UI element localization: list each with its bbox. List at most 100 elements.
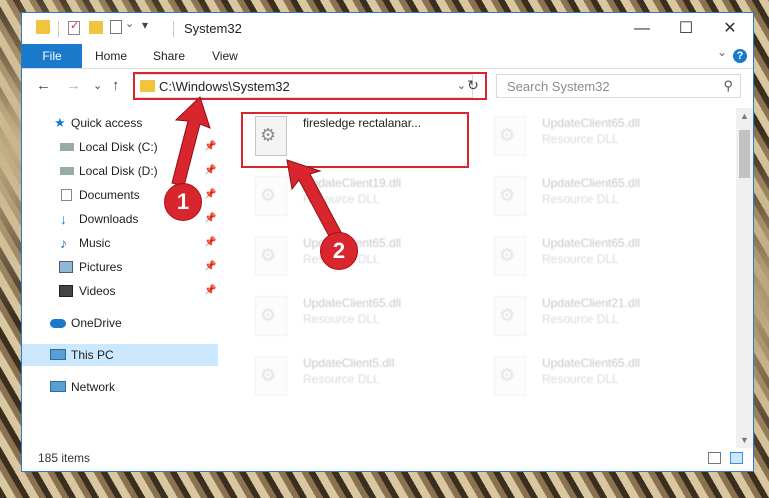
file-list: ⚙ firesledge rectalanar... ⚙ UpdateClien… [227, 108, 737, 448]
dll-file-icon: ⚙ [494, 176, 526, 216]
file-item[interactable]: ⚙ UpdateClient65.dll Resource DLL [241, 292, 469, 346]
dll-file-icon: ⚙ [255, 296, 287, 336]
search-box[interactable]: Search System32 ⚲ [496, 74, 741, 98]
sidebar-item-label: Downloads [79, 212, 139, 226]
ribbon-tabs: File Home Share View ⌄ ? [22, 44, 753, 69]
sidebar-item-label: Pictures [79, 260, 123, 274]
dll-file-icon: ⚙ [494, 116, 526, 156]
tab-file[interactable]: File [22, 44, 82, 68]
tab-home[interactable]: Home [95, 44, 127, 68]
file-item[interactable]: ⚙ UpdateClient65.dll Resource DLL [480, 172, 708, 226]
sidebar-item-onedrive[interactable]: OneDrive [22, 312, 218, 334]
file-type: Resource DLL [542, 372, 619, 386]
sidebar-item-network[interactable]: Network [22, 376, 218, 398]
sidebar-item-label: Local Disk (C:) [79, 140, 158, 154]
recent-locations-button[interactable]: ⌄ [93, 79, 102, 92]
help-icon[interactable]: ? [733, 49, 747, 63]
file-name: UpdateClient65.dll [542, 356, 641, 370]
search-icon[interactable]: ⚲ [723, 78, 733, 94]
scroll-up-icon[interactable]: ▲ [740, 111, 749, 121]
videos-icon [59, 285, 73, 297]
address-highlight-box [133, 72, 487, 100]
file-item[interactable]: ⚙ UpdateClient19.dll Resource DLL [241, 172, 469, 226]
sidebar-item-label: Network [71, 380, 116, 394]
pin-icon: 📌 [204, 189, 217, 200]
file-type: Resource DLL [303, 312, 380, 326]
item-count: 185 items [38, 451, 91, 465]
vertical-scrollbar[interactable]: ▲ ▼ [736, 108, 753, 448]
title-bar: ✓ ⌄ ▾ System32 — ☐ ✕ [22, 13, 753, 44]
file-type: Resource DLL [542, 252, 619, 266]
file-name: UpdateClient21.dll [542, 296, 641, 310]
file-type: Resource DLL [303, 372, 380, 386]
back-button[interactable]: ← [36, 77, 51, 94]
file-name: UpdateClient65.dll [303, 296, 402, 310]
drive-icon [60, 167, 74, 175]
status-bar: 185 items [22, 446, 753, 471]
pin-icon: 📌 [204, 141, 217, 152]
gear-icon: ⚙ [260, 365, 277, 385]
drive-icon [60, 143, 74, 151]
forward-button[interactable]: → [66, 77, 81, 94]
file-type: Resource DLL [542, 192, 619, 206]
large-icons-view-icon[interactable] [730, 452, 743, 464]
sidebar-item-label: Videos [79, 284, 116, 298]
dll-file-icon: ⚙ [494, 296, 526, 336]
sidebar-item-quick-access[interactable]: ★ Quick access [22, 112, 218, 134]
dll-file-icon: ⚙ [255, 176, 287, 216]
folder-icon [36, 20, 50, 34]
dropdown-icon[interactable]: ⌄ [125, 17, 134, 35]
qat-chevron-icon[interactable]: ▾ [142, 18, 148, 36]
details-view-icon[interactable] [708, 452, 721, 464]
sidebar-item-label: Quick access [71, 116, 143, 130]
file-item[interactable]: ⚙ UpdateClient65.dll Resource DLL [480, 112, 708, 166]
sidebar-item-videos[interactable]: Videos 📌 [22, 280, 218, 302]
file-name: UpdateClient65.dll [542, 116, 641, 130]
maximize-button[interactable]: ☐ [663, 13, 709, 44]
file-item[interactable]: ⚙ UpdateClient5.dll Resource DLL [241, 352, 469, 406]
file-highlight-box [241, 112, 469, 168]
gear-icon: ⚙ [499, 185, 516, 205]
search-input[interactable]: Search System32 [507, 79, 610, 94]
pin-icon: 📌 [204, 237, 217, 248]
sidebar-item-local-disk-d[interactable]: Local Disk (D:) 📌 [22, 160, 218, 182]
file-type: Resource DLL [542, 312, 619, 326]
gear-icon: ⚙ [499, 245, 516, 265]
gear-icon: ⚙ [260, 185, 277, 205]
sidebar-item-local-disk-c[interactable]: Local Disk (C:) 📌 [22, 136, 218, 158]
dll-file-icon: ⚙ [494, 236, 526, 276]
expand-ribbon-icon[interactable]: ⌄ [717, 45, 727, 59]
properties-icon[interactable]: ✓ [68, 20, 80, 35]
file-item[interactable]: ⚙ UpdateClient21.dll Resource DLL [480, 292, 708, 346]
file-type: Resource DLL [542, 132, 619, 146]
sidebar-item-label: Documents [79, 188, 140, 202]
title-separator [173, 21, 174, 37]
gear-icon: ⚙ [260, 305, 277, 325]
scrollbar-thumb[interactable] [739, 130, 750, 178]
file-item[interactable]: ⚙ UpdateClient65.dll Resource DLL [480, 352, 708, 406]
sidebar-item-label: Local Disk (D:) [79, 164, 158, 178]
up-button[interactable]: ↑ [112, 77, 120, 94]
gear-icon: ⚙ [499, 125, 516, 145]
file-name: UpdateClient5.dll [303, 356, 395, 370]
explorer-window: ✓ ⌄ ▾ System32 — ☐ ✕ File Home Share Vie… [21, 12, 754, 472]
sidebar-item-music[interactable]: ♪ Music 📌 [22, 232, 218, 254]
star-icon: ★ [54, 115, 66, 130]
dll-file-icon: ⚙ [255, 356, 287, 396]
pin-icon: 📌 [204, 261, 217, 272]
close-button[interactable]: ✕ [707, 13, 753, 44]
scroll-down-icon[interactable]: ▼ [740, 435, 749, 445]
tab-share[interactable]: Share [153, 44, 185, 68]
minimize-button[interactable]: — [619, 13, 665, 44]
gear-icon: ⚙ [499, 305, 516, 325]
tab-view[interactable]: View [212, 44, 238, 68]
new-folder-icon[interactable] [89, 21, 103, 34]
file-item[interactable]: ⚙ UpdateClient65.dll Resource DLL [480, 232, 708, 286]
gear-icon: ⚙ [499, 365, 516, 385]
pin-icon: 📌 [204, 165, 217, 176]
sidebar-item-this-pc[interactable]: This PC [22, 344, 218, 366]
customize-icon[interactable] [110, 20, 122, 34]
pin-icon: 📌 [204, 213, 217, 224]
sidebar-item-pictures[interactable]: Pictures 📌 [22, 256, 218, 278]
download-icon: ↓ [60, 211, 67, 227]
